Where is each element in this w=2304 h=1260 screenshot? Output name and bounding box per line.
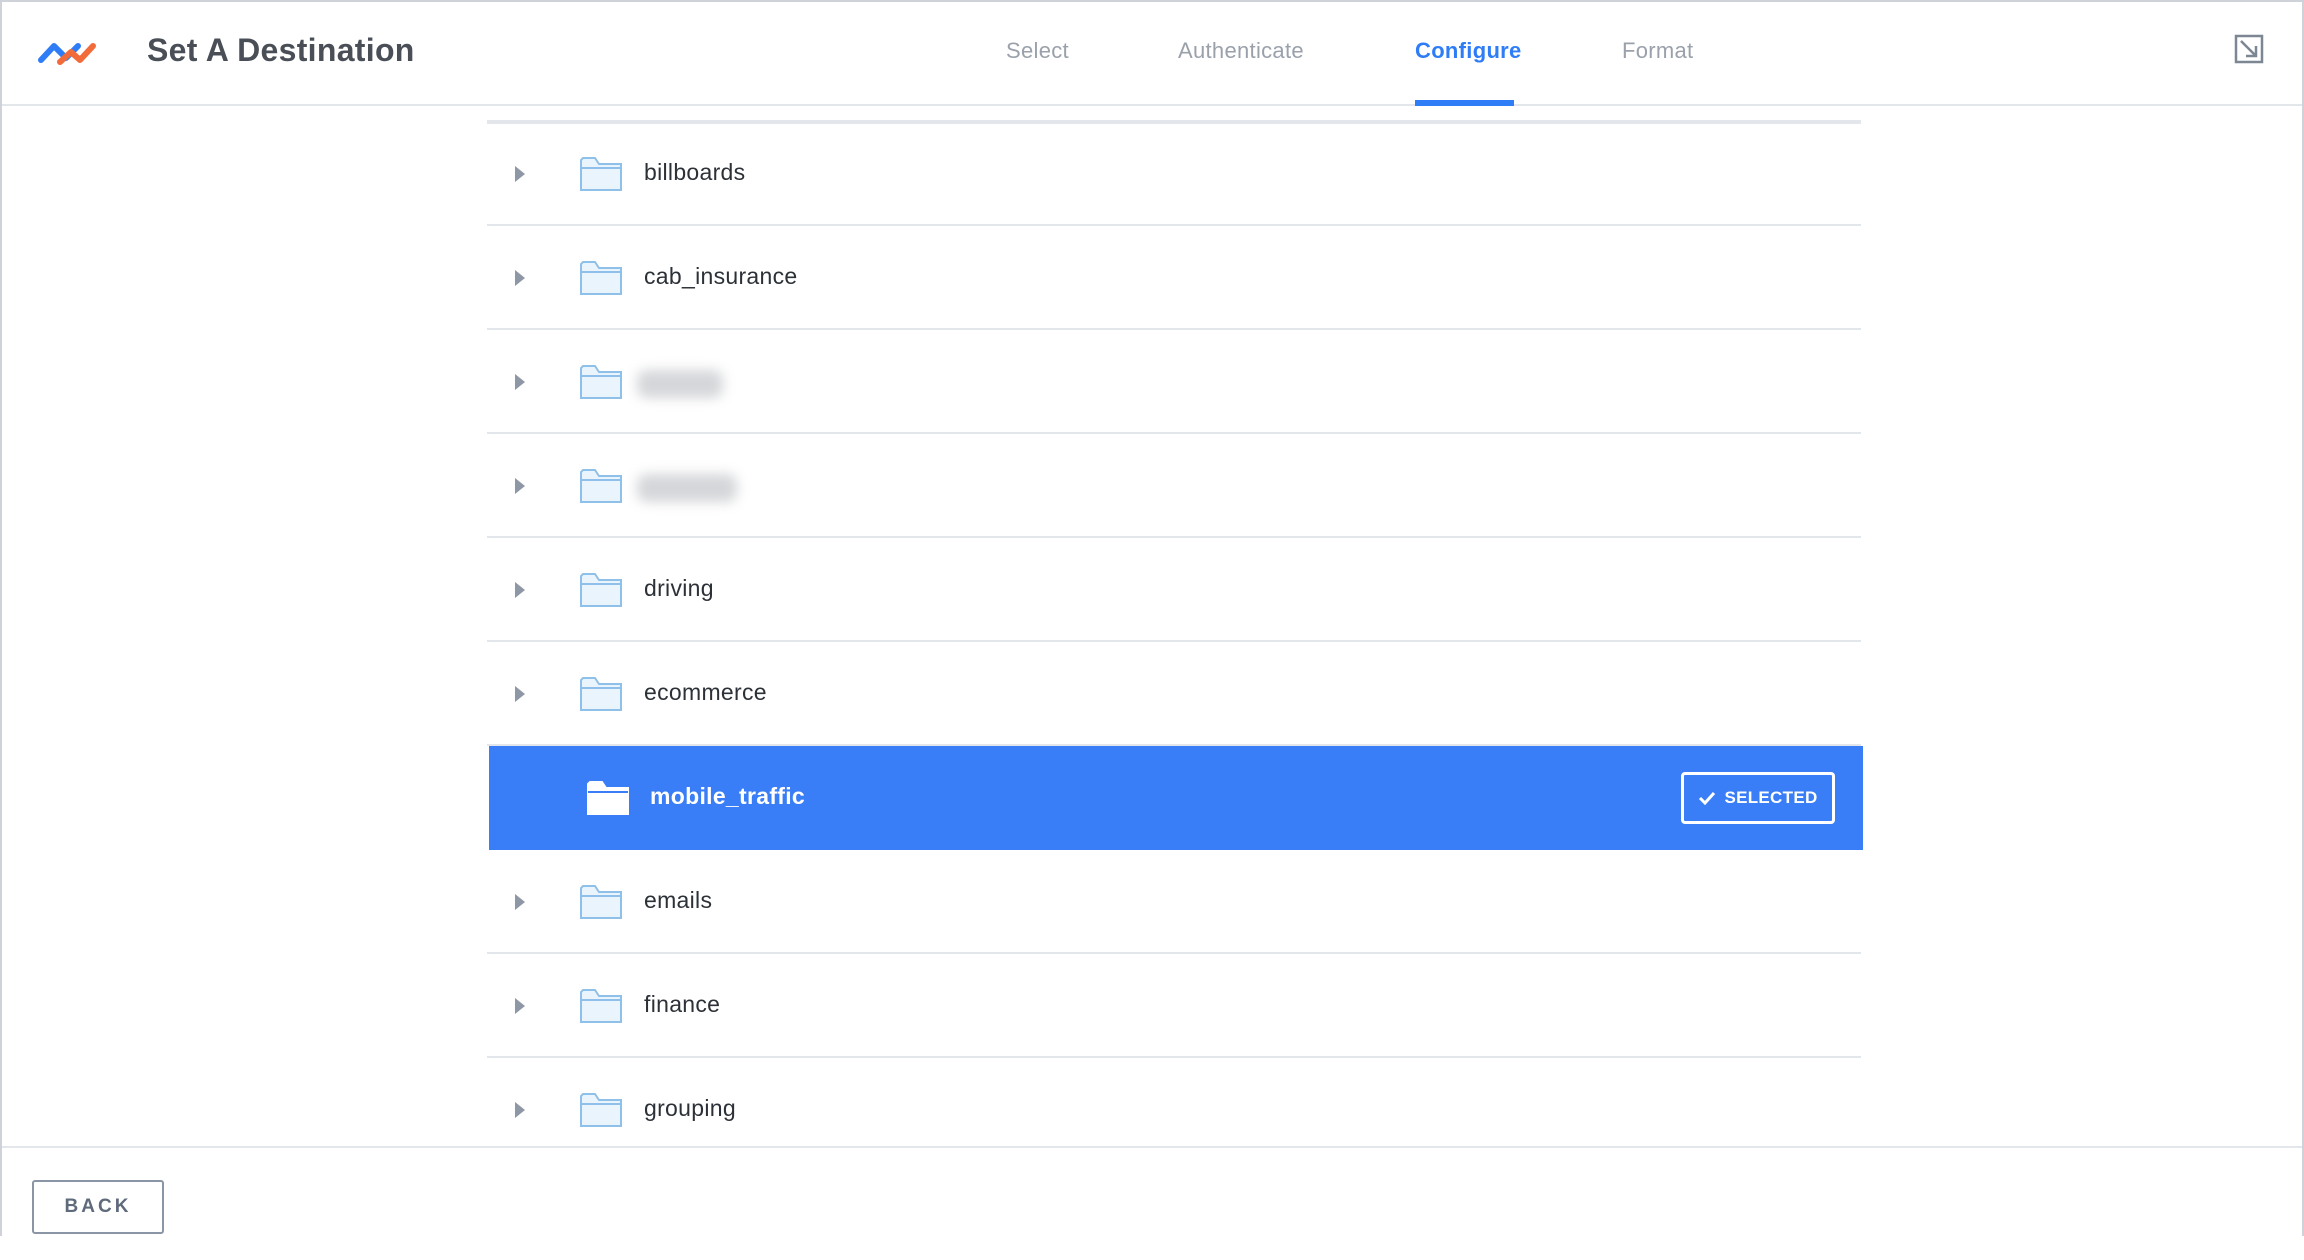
chevron-right-icon[interactable] xyxy=(513,269,527,287)
tab-authenticate[interactable]: Authenticate xyxy=(1178,38,1304,64)
chevron-right-icon[interactable] xyxy=(513,685,527,703)
list-item-label: finance xyxy=(644,991,721,1017)
folder-icon xyxy=(580,157,622,191)
expand-window-icon[interactable] xyxy=(2234,34,2264,64)
badge-label: SELECTED xyxy=(1724,788,1818,807)
redacted-label xyxy=(637,474,737,502)
header: Set A Destination Select Authenticate Co… xyxy=(2,2,2302,106)
selected-badge[interactable]: SELECTED xyxy=(1681,772,1835,824)
chevron-right-icon[interactable] xyxy=(513,477,527,495)
list-item-label: emails xyxy=(644,887,713,913)
folder-icon xyxy=(580,573,622,607)
folder-icon xyxy=(580,365,622,399)
tab-format[interactable]: Format xyxy=(1622,38,1693,64)
brand-logo-icon xyxy=(38,43,96,65)
check-icon xyxy=(1699,791,1716,805)
folder-icon xyxy=(580,677,622,711)
list-item-emails[interactable]: emails xyxy=(487,850,1861,954)
folder-icon xyxy=(580,1093,622,1127)
chevron-right-icon[interactable] xyxy=(513,1101,527,1119)
list-item-ecommerce[interactable]: ecommerce xyxy=(487,642,1861,746)
chevron-right-icon[interactable] xyxy=(513,165,527,183)
folder-icon xyxy=(580,469,622,503)
list-item-finance[interactable]: finance xyxy=(487,954,1861,1058)
list-item-label: driving xyxy=(644,575,714,601)
chevron-right-icon[interactable] xyxy=(513,893,527,911)
list-item-label: mobile_traffic xyxy=(650,783,806,809)
folder-icon xyxy=(587,781,629,815)
footer: BACK xyxy=(2,1146,2302,1238)
back-button[interactable]: BACK xyxy=(32,1180,164,1234)
chevron-right-icon[interactable] xyxy=(513,373,527,391)
list-item-label: billboards xyxy=(644,159,746,185)
list-item-label: cab_insurance xyxy=(644,263,798,289)
tab-select[interactable]: Select xyxy=(1006,38,1069,64)
list-item-redacted[interactable] xyxy=(487,330,1861,434)
list-item-mobile-traffic-selected[interactable]: mobile_traffic SELECTED xyxy=(489,746,1863,850)
list-item-cab-insurance[interactable]: cab_insurance xyxy=(487,226,1861,330)
app-window: Set A Destination Select Authenticate Co… xyxy=(0,0,2304,1238)
folder-icon xyxy=(580,885,622,919)
list-item-label: grouping xyxy=(644,1095,736,1121)
chevron-right-icon[interactable] xyxy=(513,581,527,599)
folder-icon xyxy=(580,261,622,295)
list-item-grouping[interactable]: grouping xyxy=(487,1058,1861,1146)
chevron-right-icon[interactable] xyxy=(513,997,527,1015)
page-title: Set A Destination xyxy=(147,32,415,68)
folder-list: billboards cab_insurance driving ecommer… xyxy=(487,106,1865,1146)
list-item-billboards[interactable]: billboards xyxy=(487,122,1861,226)
redacted-label xyxy=(637,370,723,398)
tab-configure[interactable]: Configure xyxy=(1415,38,1522,64)
list-item-driving[interactable]: driving xyxy=(487,538,1861,642)
folder-icon xyxy=(580,989,622,1023)
list-item-label: ecommerce xyxy=(644,679,767,705)
list-item-redacted[interactable] xyxy=(487,434,1861,538)
